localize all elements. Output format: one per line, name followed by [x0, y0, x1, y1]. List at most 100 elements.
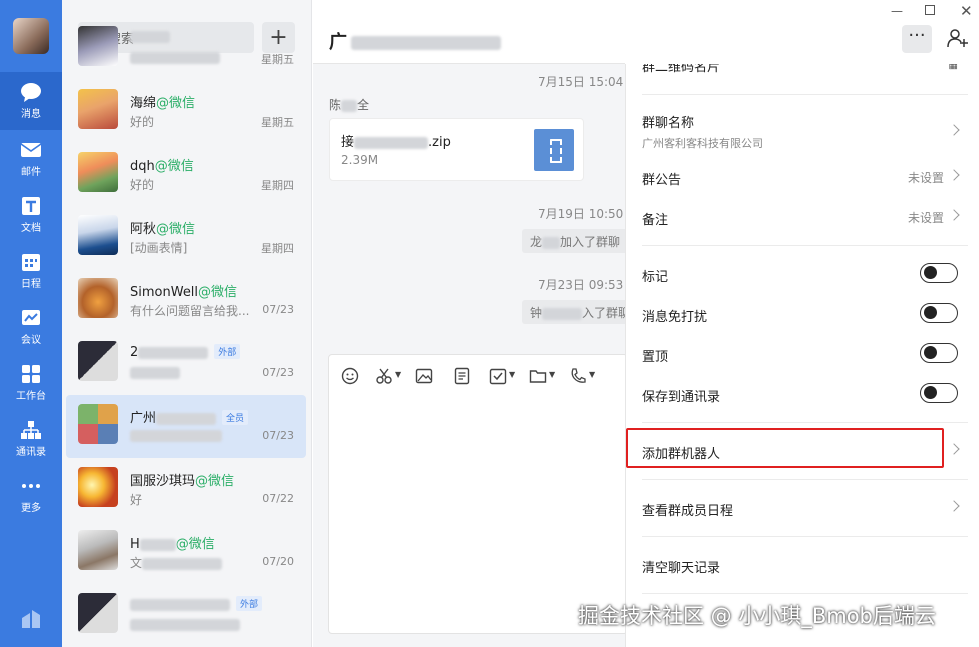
- message-time: 星期五: [261, 116, 294, 129]
- nav-item-mail[interactable]: 邮件: [0, 130, 62, 188]
- clear-history-row[interactable]: 清空聊天记录: [642, 557, 968, 576]
- contact-name: SimonWell@微信: [130, 285, 238, 300]
- user-avatar[interactable]: [13, 18, 49, 54]
- message-editor[interactable]: ▼ ▼ ▼ ▼: [328, 354, 628, 634]
- system-message: 钟入了群聊: [522, 300, 639, 324]
- chat-title: 广: [329, 28, 501, 54]
- message-preview: 文: [130, 554, 223, 571]
- list-item[interactable]: dqh@微信 好的 星期四: [66, 143, 306, 206]
- task-icon[interactable]: [489, 367, 507, 385]
- maximize-button[interactable]: [925, 5, 935, 15]
- list-item[interactable]: 阿秋@微信 [动画表情] 星期四: [66, 206, 306, 269]
- divider: [642, 245, 968, 246]
- all-staff-badge: 全员: [222, 410, 249, 425]
- chevron-down-icon[interactable]: ▼: [509, 370, 515, 379]
- list-item[interactable]: 星期五: [66, 17, 306, 80]
- nav-label: 会议: [21, 335, 41, 346]
- remark-row[interactable]: 备注 未设置: [642, 209, 968, 228]
- timestamp: 7月15日 15:04: [538, 75, 624, 89]
- emoji-icon[interactable]: [341, 367, 359, 385]
- contact-name: 阿秋@微信: [130, 222, 196, 237]
- file-message[interactable]: 接 .zip 2.39M: [329, 118, 584, 181]
- divider: [642, 479, 968, 480]
- announcement-row[interactable]: 群公告 未设置: [642, 169, 968, 188]
- contact-name: 广州 全员: [130, 407, 249, 426]
- message-icon: [21, 83, 41, 102]
- list-item[interactable]: 2 外部 07/23: [66, 332, 306, 395]
- message-time: 07/20: [262, 555, 294, 568]
- qr-code-icon: ▦: [948, 64, 958, 71]
- nav-label: 日程: [21, 279, 41, 290]
- watermark: 掘金技术社区 @ 小小琪_Bmob后端云: [578, 604, 936, 628]
- message-preview: [130, 428, 222, 442]
- chevron-down-icon[interactable]: ▼: [549, 370, 555, 379]
- chat-area: 广 7月15日 15:04 陈全 接 .zip 2.39M 7月19日 10:50…: [313, 0, 639, 647]
- contact-avatar: [78, 593, 118, 633]
- nav-item-more[interactable]: 更多: [0, 466, 62, 524]
- nav-item-meeting[interactable]: 会议: [0, 298, 62, 356]
- nav-item-docs[interactable]: 文档: [0, 186, 62, 244]
- contact-avatar: [78, 530, 118, 570]
- external-badge: 外部: [236, 596, 263, 611]
- contact-avatar: [78, 278, 118, 318]
- mute-toggle[interactable]: [920, 303, 958, 323]
- minimize-button[interactable]: —: [891, 4, 903, 18]
- more-options-button[interactable]: ···: [902, 25, 932, 53]
- mark-toggle[interactable]: [920, 263, 958, 283]
- mail-icon: [20, 143, 42, 157]
- nav-item-calendar[interactable]: 日程: [0, 242, 62, 300]
- mark-label: 标记: [642, 270, 669, 285]
- nav-item-workbench[interactable]: 工作台: [0, 354, 62, 412]
- contact-name: 国服沙琪玛@微信: [130, 474, 235, 489]
- message-preview: [130, 365, 180, 379]
- qr-card-row[interactable]: 群二维码名片 ▦: [642, 64, 968, 75]
- contact-avatar: [78, 467, 118, 507]
- image-icon[interactable]: [415, 367, 433, 385]
- message-time: 星期五: [261, 53, 294, 66]
- folder-icon[interactable]: [529, 367, 547, 385]
- message-preview: 好的: [130, 115, 155, 129]
- pin-toggle[interactable]: [920, 343, 958, 363]
- chevron-down-icon[interactable]: ▼: [589, 370, 595, 379]
- list-item[interactable]: SimonWell@微信 有什么问题留言给我... 07/23: [66, 269, 306, 332]
- contact-avatar: [78, 89, 118, 129]
- group-name-row[interactable]: 群聊名称 广州客利客科技有限公司: [642, 112, 968, 151]
- save-contacts-label: 保存到通讯录: [642, 390, 721, 405]
- more-icon: [22, 484, 40, 488]
- screenshot-icon[interactable]: [375, 367, 393, 385]
- group-name-value: 广州客利客科技有限公司: [642, 137, 763, 150]
- message-preview: [动画表情]: [130, 241, 188, 255]
- timestamp: 7月23日 09:53: [538, 278, 624, 292]
- chevron-down-icon[interactable]: ▼: [395, 370, 401, 379]
- list-item[interactable]: 海绵@微信 好的 星期五: [66, 80, 306, 143]
- save-contacts-toggle[interactable]: [920, 383, 958, 403]
- highlight-box: [626, 428, 944, 468]
- contact-name: 海绵@微信: [130, 96, 196, 111]
- group-name-label: 群聊名称: [642, 116, 695, 131]
- external-badge: 外部: [214, 344, 241, 359]
- save-contacts-row: 保存到通讯录: [642, 383, 968, 405]
- list-item-selected[interactable]: 广州 全员 07/23: [66, 395, 306, 458]
- apps-shelf-icon[interactable]: [20, 608, 42, 630]
- nav-item-contacts[interactable]: 通讯录: [0, 410, 62, 468]
- list-item[interactable]: H @微信 文 07/20: [66, 521, 306, 584]
- close-button[interactable]: ✕: [960, 2, 973, 20]
- zip-file-icon: [534, 129, 574, 171]
- sender-name: 陈全: [329, 98, 370, 112]
- clear-history-label: 清空聊天记录: [642, 561, 721, 576]
- member-schedule-label: 查看群成员日程: [642, 504, 734, 519]
- doc-icon: [22, 197, 40, 215]
- file-size: 2.39M: [341, 153, 379, 167]
- nav-label: 消息: [21, 109, 41, 120]
- member-schedule-row[interactable]: 查看群成员日程: [642, 500, 968, 519]
- group-settings-panel: 群二维码名片 ▦ 群聊名称 广州客利客科技有限公司 群公告 未设置 备注 未设置…: [625, 64, 979, 647]
- conversation-list: 搜索 + 星期五 海绵@微信 好的 星期五 dqh@微信 好的 星期四 阿秋@微…: [62, 0, 312, 647]
- document-icon[interactable]: [453, 367, 471, 385]
- nav-item-messages[interactable]: 消息: [0, 72, 62, 130]
- phone-icon[interactable]: [569, 367, 587, 385]
- workbench-icon: [22, 365, 40, 383]
- list-item[interactable]: 外部: [66, 584, 306, 647]
- add-member-icon[interactable]: [947, 28, 969, 48]
- system-message: 龙加入了群聊: [522, 229, 629, 253]
- list-item[interactable]: 国服沙琪玛@微信 好 07/22: [66, 458, 306, 521]
